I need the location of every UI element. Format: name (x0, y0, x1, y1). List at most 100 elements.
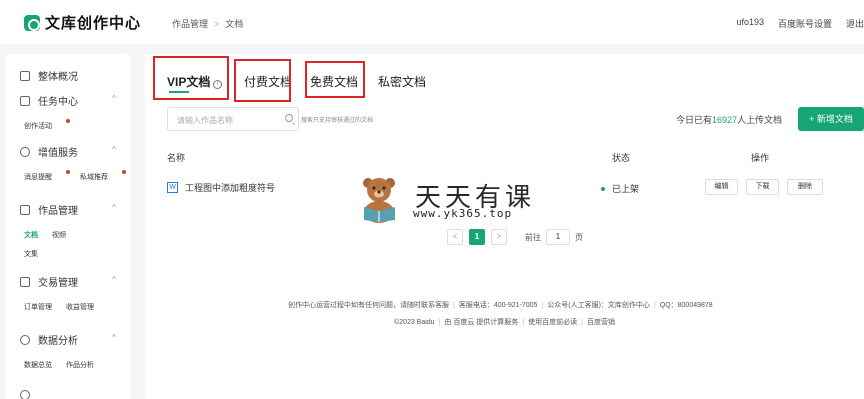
status-badge: 已上架 (601, 182, 639, 195)
sidebar-label: 整体概况 (38, 72, 78, 83)
sidebar-item-data-overview[interactable]: 数据总览 (24, 360, 52, 370)
top-header: 文库创作中心 作品管理 > 文档 ufo193 百度账号设置 退出 (0, 0, 864, 44)
footer-terms-link[interactable]: 使用百度前必读 (528, 319, 577, 326)
layers-icon (20, 204, 30, 215)
sidebar-item-label: 私域推荐 (80, 174, 108, 181)
footer-qq: QQ：800049878 (659, 302, 713, 309)
footer-phone: 客服电话：400-921-7005 (458, 302, 538, 309)
more-icon (20, 390, 30, 399)
sidebar-head-more (20, 390, 38, 399)
sidebar-label: 增值服务 (38, 148, 78, 159)
home-icon (20, 70, 30, 81)
header-user-menu: ufo193 百度账号设置 退出 (736, 17, 864, 30)
chevron-up-icon[interactable]: ^ (112, 275, 116, 284)
sidebar-item-private-recommend[interactable]: 私域推荐 (80, 170, 126, 182)
sidebar-subitems: 消息提醒 私域推荐 (24, 170, 136, 182)
user-name[interactable]: ufo193 (736, 17, 764, 30)
search-hint: 搜索只支持审核通过的文档 (301, 118, 374, 124)
footer-copyright-text: ©2023 Baidu (394, 319, 435, 326)
breadcrumb: 作品管理 > 文档 (172, 17, 243, 30)
document-title[interactable]: 工程图中添加粗度符号 (185, 181, 275, 194)
chevron-up-icon[interactable]: ^ (112, 94, 116, 103)
breadcrumb-item-works[interactable]: 作品管理 (172, 17, 208, 30)
sidebar-label: 数据分析 (38, 336, 78, 347)
heart-icon (20, 146, 30, 157)
footer-support-text: 创作中心运营过程中如有任何问题，请随时联系客服 (288, 302, 449, 309)
sidebar: 整体概况 任务中心 ^ 创作活动 增值服务 ^ 消息提醒 私域推荐 作品管理 ^ (5, 54, 131, 399)
highlight-box-paid (234, 59, 291, 102)
notification-dot (122, 170, 126, 174)
sidebar-head-value-services: 增值服务 ^ (20, 144, 130, 159)
sidebar-subitems: 订单管理 收益管理 (24, 302, 108, 312)
table-row[interactable]: W 工程图中添加粗度符号 (167, 181, 275, 194)
sidebar-subitems: 数据总览 作品分析 (24, 360, 108, 370)
bear-reading-icon (363, 178, 395, 223)
status-text: 已上架 (612, 184, 640, 194)
page-number-1[interactable]: 1 (469, 229, 485, 245)
footer-wechat: 公众号(人工客服)：文库创作中心 (547, 302, 650, 309)
sidebar-item-creation-activity[interactable]: 创作活动 (24, 119, 70, 131)
sidebar-item-videos[interactable]: 视频 (52, 230, 66, 240)
sidebar-item-label: 创作活动 (24, 123, 52, 130)
logo-text: 文库创作中心 (45, 15, 142, 32)
sidebar-head-trade: 交易管理 ^ (20, 274, 130, 289)
chevron-up-icon[interactable]: ^ (112, 203, 116, 212)
upload-count-prefix: 今日已有 (676, 115, 713, 125)
goto-label: 前往 (525, 232, 541, 242)
tab-private-docs[interactable]: 私密文档 (378, 73, 426, 90)
goto-page-input[interactable]: 1 (546, 229, 570, 245)
logout-link[interactable]: 退出 (846, 17, 864, 30)
download-button[interactable]: 下载 (746, 179, 779, 195)
account-settings-link[interactable]: 百度账号设置 (778, 17, 832, 30)
upload-count: 今日已有16927人上传文档 (676, 113, 782, 126)
highlight-box-free (305, 61, 365, 98)
sidebar-item-earnings[interactable]: 收益管理 (66, 302, 94, 312)
main-panel: VIP文档 i 付费文档 免费文档 私密文档 请输入作品名称 搜索只支持审核通过的… (145, 54, 864, 399)
upload-count-number: 16927 (712, 115, 738, 125)
sidebar-head-works: 作品管理 ^ (20, 202, 130, 217)
delete-button[interactable]: 删除 (787, 179, 823, 195)
next-page-button[interactable]: > (491, 229, 507, 245)
sidebar-item-label: 消息提醒 (24, 174, 52, 181)
footer-marketing-link[interactable]: 百度营销 (587, 319, 615, 326)
sidebar-item-orders[interactable]: 订单管理 (24, 302, 52, 312)
watermark-url: www.yk365.top (413, 207, 513, 220)
footer-contact: 创作中心运营过程中如有任何问题，请随时联系客服 | 客服电话：400-921-700… (288, 302, 713, 309)
sidebar-label: 交易管理 (38, 278, 78, 289)
sidebar-item-docs[interactable]: 文档 (24, 230, 38, 240)
footer-copyright: ©2023 Baidu | 由 百度云 提供计算服务 | 使用百度前必读 | 百度营销 (394, 319, 615, 326)
sidebar-head-tasks: 任务中心 ^ (20, 93, 130, 108)
column-header-actions: 操作 (751, 153, 770, 163)
new-document-button[interactable]: + 新增文档 (798, 107, 864, 131)
breadcrumb-separator: > (214, 18, 220, 29)
column-header-name: 名称 (167, 153, 186, 163)
footer-cloud-link[interactable]: 由 百度云 提供计算服务 (444, 319, 518, 326)
chevron-up-icon[interactable]: ^ (112, 333, 116, 342)
sidebar-head-overview: 整体概况 (20, 68, 78, 83)
sidebar-subitems: 创作活动 (24, 119, 80, 131)
search-placeholder: 请输入作品名称 (177, 116, 233, 125)
search-input[interactable]: 请输入作品名称 (167, 107, 299, 131)
sidebar-item-collections[interactable]: 文集 (24, 249, 38, 259)
highlight-box-vip (153, 56, 229, 100)
upload-count-suffix: 人上传文档 (737, 115, 783, 125)
sidebar-label: 作品管理 (38, 206, 78, 217)
logo[interactable]: 文库创作中心 (24, 12, 141, 33)
edit-button[interactable]: 编辑 (705, 179, 738, 195)
pagination: < 1 > 前往 1 页 (447, 229, 583, 245)
sidebar-subitems: 文档 视频 (24, 230, 80, 240)
sidebar-item-message-reminder[interactable]: 消息提醒 (24, 170, 70, 182)
notification-dot (66, 119, 70, 123)
task-icon (20, 95, 30, 106)
sidebar-label: 任务中心 (38, 97, 78, 108)
sidebar-head-analytics: 数据分析 ^ (20, 332, 130, 347)
page-unit-label: 页 (575, 232, 583, 242)
search-icon[interactable] (285, 114, 293, 122)
prev-page-button[interactable]: < (447, 229, 463, 245)
status-dot-icon (601, 186, 605, 191)
chevron-up-icon[interactable]: ^ (112, 145, 116, 154)
sidebar-item-works-analysis[interactable]: 作品分析 (66, 360, 94, 370)
trade-icon (20, 276, 30, 287)
breadcrumb-item-docs: 文档 (225, 19, 244, 29)
column-header-status: 状态 (612, 153, 631, 163)
